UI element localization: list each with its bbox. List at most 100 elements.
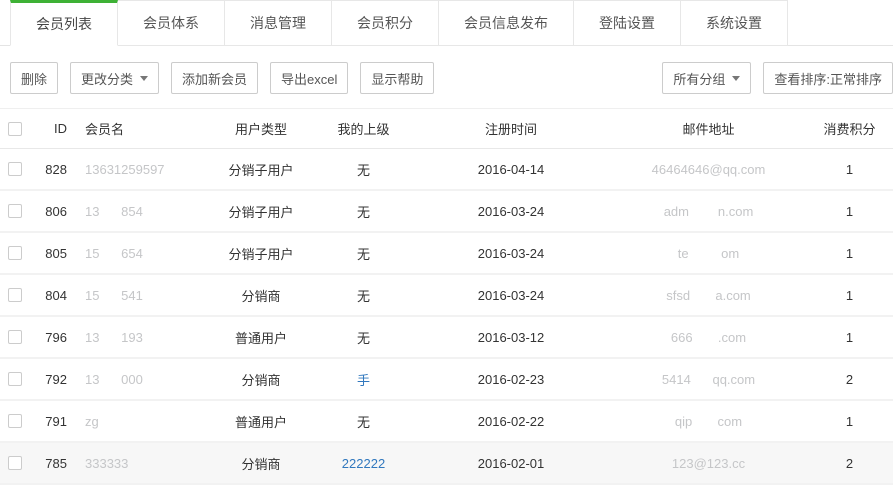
cell-id: 828 xyxy=(36,162,76,177)
row-checkbox[interactable] xyxy=(8,372,22,386)
cell-register-time: 2016-02-23 xyxy=(411,372,611,387)
tab-member-points[interactable]: 会员积分 xyxy=(332,0,439,46)
cell-email: te om xyxy=(611,246,806,261)
table-row: 79213 000分销商手2016-02-235414 qq.com2 xyxy=(0,359,893,401)
superior-link[interactable]: 222222 xyxy=(342,456,385,471)
cell-user-type: 分销商 xyxy=(206,370,316,389)
cell-user-type: 分销子用户 xyxy=(206,160,316,179)
superior-text: 无 xyxy=(357,331,370,346)
cell-id: 796 xyxy=(36,330,76,345)
toolbar-right-buttons: 所有分组 查看排序:正常排序 xyxy=(662,62,893,94)
row-checkbox[interactable] xyxy=(8,246,22,260)
cell-points: 1 xyxy=(806,204,893,219)
cell-superior: 无 xyxy=(316,244,411,263)
cell-superior: 无 xyxy=(316,286,411,305)
row-checkbox-cell xyxy=(0,246,36,260)
select-all-checkbox[interactable] xyxy=(8,122,22,136)
add-new-member-button[interactable]: 添加新会员 xyxy=(171,62,258,94)
button-label: 更改分类 xyxy=(81,69,133,88)
cell-email: 5414 qq.com xyxy=(611,372,806,387)
tab-label: 会员积分 xyxy=(357,13,413,33)
col-header-id: ID xyxy=(36,121,76,136)
table-row: 82813631259597分销子用户无2016-04-1446464646@q… xyxy=(0,149,893,191)
cell-register-time: 2016-03-24 xyxy=(411,204,611,219)
change-category-button[interactable]: 更改分类 xyxy=(70,62,159,94)
tab-member-system[interactable]: 会员体系 xyxy=(118,0,225,46)
show-help-button[interactable]: 显示帮助 xyxy=(360,62,434,94)
header-checkbox-cell xyxy=(0,122,36,136)
row-checkbox[interactable] xyxy=(8,162,22,176)
row-checkbox-cell xyxy=(0,456,36,470)
superior-text: 无 xyxy=(357,289,370,304)
cell-member-name: 13 854 xyxy=(76,204,206,219)
col-header-points: 消费积分 xyxy=(806,119,893,138)
cell-register-time: 2016-04-14 xyxy=(411,162,611,177)
button-label: 导出excel xyxy=(281,69,337,88)
tab-label: 系统设置 xyxy=(706,13,762,33)
button-label: 添加新会员 xyxy=(182,69,247,88)
row-checkbox-cell xyxy=(0,414,36,428)
cell-member-name: 13 193 xyxy=(76,330,206,345)
cell-id: 806 xyxy=(36,204,76,219)
cell-email: adm n.com xyxy=(611,204,806,219)
cell-member-name: 13631259597 xyxy=(76,162,206,177)
cell-superior: 手 xyxy=(316,370,411,389)
tab-message-management[interactable]: 消息管理 xyxy=(225,0,332,46)
row-checkbox[interactable] xyxy=(8,456,22,470)
toolbar: 删除 更改分类 添加新会员 导出excel 显示帮助 所有分组 查看排序:正常排序 xyxy=(10,62,893,94)
row-checkbox[interactable] xyxy=(8,414,22,428)
cell-register-time: 2016-03-24 xyxy=(411,246,611,261)
toolbar-left-buttons: 删除 更改分类 添加新会员 导出excel 显示帮助 xyxy=(10,62,434,94)
table-row: 80613 854分销子用户 无 2016-03-24adm n.com1 xyxy=(0,191,893,233)
tab-bar: 会员列表 会员体系 消息管理 会员积分 会员信息发布登陆设置 系统设置 xyxy=(0,0,893,46)
cell-user-type: 分销商 xyxy=(206,286,316,305)
cell-points: 2 xyxy=(806,456,893,471)
button-label: 所有分组 xyxy=(673,69,725,88)
table-row: 80515 654分销子用户无2016-03-24te om1 xyxy=(0,233,893,275)
row-checkbox[interactable] xyxy=(8,330,22,344)
row-checkbox-cell xyxy=(0,204,36,218)
superior-link[interactable]: 手 xyxy=(357,373,370,388)
cell-user-type: 普通用户 xyxy=(206,412,316,431)
cell-register-time: 2016-03-12 xyxy=(411,330,611,345)
cell-id: 791 xyxy=(36,414,76,429)
cell-points: 1 xyxy=(806,246,893,261)
col-header-register-time: 注册时间 xyxy=(411,119,611,138)
row-checkbox[interactable] xyxy=(8,288,22,302)
cell-superior: 无 xyxy=(316,412,411,431)
cell-points: 1 xyxy=(806,162,893,177)
tab-member-list[interactable]: 会员列表 xyxy=(10,0,118,46)
cell-member-name: zg xyxy=(76,414,206,429)
superior-text: 无 xyxy=(357,205,370,220)
tab-system-settings[interactable]: 系统设置 xyxy=(681,0,788,46)
tab-label: 会员列表 xyxy=(36,14,92,34)
cell-points: 1 xyxy=(806,288,893,303)
cell-register-time: 2016-02-01 xyxy=(411,456,611,471)
cell-register-time: 2016-03-24 xyxy=(411,288,611,303)
cell-user-type: 普通用户 xyxy=(206,328,316,347)
cell-id: 804 xyxy=(36,288,76,303)
delete-button[interactable]: 删除 xyxy=(10,62,58,94)
button-label: 查看排序:正常排序 xyxy=(774,69,882,88)
cell-register-time: 2016-02-22 xyxy=(411,414,611,429)
cell-user-type: 分销子用户 xyxy=(206,202,316,221)
export-excel-button[interactable]: 导出excel xyxy=(270,62,348,94)
all-groups-button[interactable]: 所有分组 xyxy=(662,62,751,94)
tab-label: 消息管理 xyxy=(250,13,306,33)
tab-label: 会员体系 xyxy=(143,13,199,33)
cell-member-name: 15 654 xyxy=(76,246,206,261)
cell-email: sfsd a.com xyxy=(611,288,806,303)
cell-user-type: 分销商 xyxy=(206,454,316,473)
table-row: 79613 193普通用户无2016-03-12666 .com1 xyxy=(0,317,893,359)
row-checkbox[interactable] xyxy=(8,204,22,218)
cell-user-type: 分销子用户 xyxy=(206,244,316,263)
col-header-superior: 我的上级 xyxy=(316,119,411,138)
cell-email: 666 .com xyxy=(611,330,806,345)
cell-superior: 无 xyxy=(316,202,411,221)
superior-text: 无 xyxy=(357,247,370,262)
view-sort-button[interactable]: 查看排序:正常排序 xyxy=(763,62,893,94)
tab-login-settings[interactable]: 登陆设置 xyxy=(574,0,681,46)
row-checkbox-cell xyxy=(0,288,36,302)
tab-member-info-publish[interactable]: 会员信息发布 xyxy=(439,0,574,46)
row-checkbox-cell xyxy=(0,372,36,386)
